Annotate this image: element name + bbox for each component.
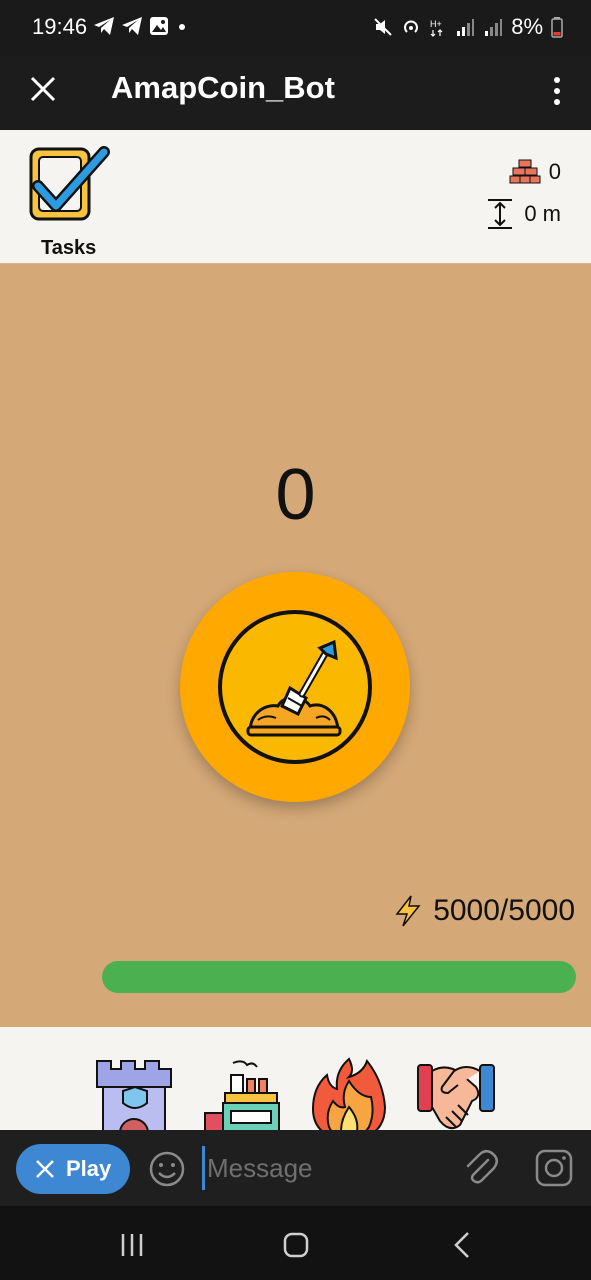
- camera-icon[interactable]: [534, 1148, 574, 1188]
- depth-value: 0 m: [524, 201, 561, 226]
- notification-icons: [93, 16, 189, 36]
- dig-coin-button[interactable]: [180, 572, 410, 802]
- energy-display: 5000/5000: [391, 894, 575, 928]
- gallery-icon: [150, 17, 168, 35]
- nav-castle-button[interactable]: [93, 1057, 175, 1130]
- energy-value: 5000/5000: [433, 894, 575, 927]
- battery-percentage: 8%: [511, 14, 543, 39]
- fire-icon: [311, 1057, 387, 1130]
- play-button[interactable]: Play: [16, 1144, 130, 1194]
- network-h-plus-icon: H+: [430, 19, 443, 37]
- signal-icon: [485, 19, 503, 36]
- shovel-dirt-icon: [246, 639, 342, 737]
- bricks-stat: 0: [509, 158, 561, 186]
- handshake-icon: [417, 1064, 495, 1130]
- tasks-label: Tasks: [41, 237, 97, 259]
- message-input[interactable]: [202, 1146, 442, 1190]
- lightning-icon: [395, 895, 421, 927]
- bricks-icon: [509, 159, 541, 184]
- recent-apps-icon[interactable]: [118, 1230, 148, 1260]
- nav-factory-button[interactable]: [203, 1057, 285, 1130]
- tasks-button[interactable]: Tasks: [26, 144, 116, 259]
- status-time: 19:46: [32, 14, 88, 39]
- back-icon[interactable]: [448, 1230, 478, 1260]
- game-bottom-nav: [0, 1027, 591, 1130]
- svg-text:H+: H+: [430, 19, 442, 29]
- score-counter: 0: [275, 455, 316, 535]
- telegram-icon: [94, 17, 114, 35]
- mute-icon: [374, 18, 392, 36]
- factory-icon: [204, 1060, 280, 1130]
- energy-bar: [102, 961, 576, 993]
- close-icon: [36, 1160, 54, 1178]
- system-nav-bar: [0, 1206, 591, 1280]
- dot-icon: [179, 24, 185, 30]
- bot-title: AmapCoin_Bot: [111, 70, 335, 105]
- system-icons: H+ 8%: [373, 14, 563, 40]
- game-header: Tasks 0 0 m: [0, 130, 591, 264]
- play-button-label: Play: [66, 1156, 112, 1181]
- status-bar: 19:46 H+ 8%: [0, 0, 591, 56]
- depth-stat: 0 m: [484, 198, 561, 230]
- close-icon[interactable]: [28, 74, 58, 104]
- battery-low-icon: [551, 17, 563, 38]
- depth-icon: [488, 199, 513, 229]
- checkbox-icon: [29, 146, 110, 221]
- signal-icon: [457, 19, 475, 36]
- attach-icon[interactable]: [460, 1148, 500, 1188]
- castle-icon: [96, 1060, 172, 1130]
- more-vertical-icon[interactable]: [553, 76, 561, 106]
- player-stats: 0 0 m: [451, 158, 561, 238]
- bricks-count: 0: [548, 159, 561, 184]
- play-area: 0 5000/5000: [0, 264, 591, 1027]
- hotspot-icon: [404, 20, 419, 33]
- telegram-icon: [122, 17, 142, 35]
- home-icon[interactable]: [281, 1230, 311, 1260]
- dig-coin-inner: [218, 610, 372, 764]
- nav-handshake-button[interactable]: [416, 1057, 498, 1130]
- nav-fire-button[interactable]: [309, 1057, 391, 1130]
- message-input-bar: Play: [0, 1130, 591, 1206]
- emoji-icon[interactable]: [148, 1150, 186, 1188]
- app-bar: AmapCoin_Bot: [0, 56, 591, 130]
